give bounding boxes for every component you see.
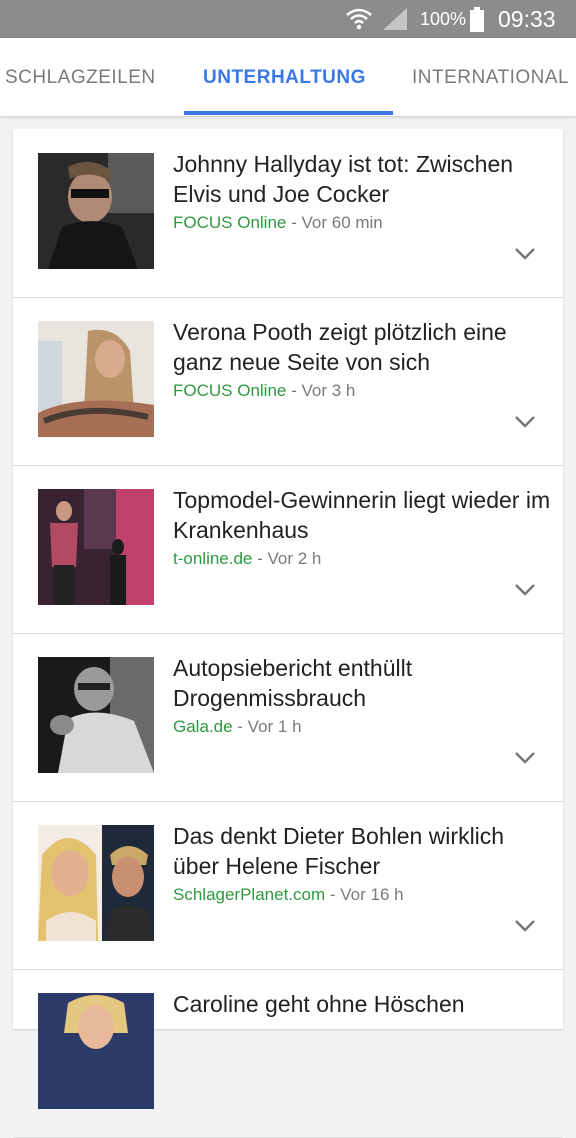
news-meta: Gala.de - Vor 1 h [173, 717, 302, 737]
battery-percent: 100% [420, 9, 467, 29]
chevron-down-icon[interactable] [514, 751, 536, 765]
news-meta: FOCUS Online - Vor 3 h [173, 381, 355, 401]
news-list: Johnny Hallyday ist tot: Zwischen Elvis … [13, 129, 563, 1138]
tab-international[interactable]: INTERNATIONAL [412, 38, 569, 116]
news-thumbnail[interactable] [38, 489, 154, 605]
news-thumbnail[interactable] [38, 153, 154, 269]
news-thumbnail[interactable] [38, 657, 154, 773]
status-time: 09:33 [498, 6, 556, 32]
news-item[interactable]: Caroline geht ohne Höschen [13, 969, 563, 1138]
news-source[interactable]: FOCUS Online [173, 381, 286, 400]
news-source[interactable]: Gala.de [173, 717, 233, 736]
tab-unterhaltung[interactable]: UNTERHALTUNG [203, 38, 366, 116]
tab-schlagzeilen[interactable]: SCHLAGZEILEN [5, 38, 156, 116]
news-headline[interactable]: Topmodel-Gewinnerin liegt wieder im Kran… [173, 485, 553, 545]
chevron-down-icon[interactable] [514, 583, 536, 597]
news-item[interactable]: Topmodel-Gewinnerin liegt wieder im Kran… [13, 465, 563, 634]
news-item[interactable]: Johnny Hallyday ist tot: Zwischen Elvis … [13, 129, 563, 298]
chevron-down-icon[interactable] [514, 247, 536, 261]
news-meta: t-online.de - Vor 2 h [173, 549, 321, 569]
news-headline[interactable]: Autopsiebericht enthüllt Drogenmissbrauc… [173, 653, 553, 713]
news-meta: SchlagerPlanet.com - Vor 16 h [173, 885, 404, 905]
news-time: - Vor 1 h [237, 717, 302, 736]
news-time: - Vor 3 h [291, 381, 356, 400]
news-item[interactable]: Autopsiebericht enthüllt Drogenmissbrauc… [13, 633, 563, 802]
news-source[interactable]: t-online.de [173, 549, 252, 568]
status-bar: 100% 09:33 [0, 0, 576, 38]
wifi-icon [346, 8, 372, 30]
signal-icon [383, 8, 407, 30]
chevron-down-icon[interactable] [514, 919, 536, 933]
news-headline[interactable]: Johnny Hallyday ist tot: Zwischen Elvis … [173, 149, 553, 209]
active-tab-indicator [184, 111, 393, 115]
news-meta: FOCUS Online - Vor 60 min [173, 213, 383, 233]
news-thumbnail[interactable] [38, 993, 154, 1109]
news-time: - Vor 60 min [291, 213, 383, 232]
chevron-down-icon[interactable] [514, 415, 536, 429]
tab-bar: SCHLAGZEILEN UNTERHALTUNG INTERNATIONAL [0, 38, 576, 116]
news-time: - Vor 2 h [257, 549, 322, 568]
news-source[interactable]: SchlagerPlanet.com [173, 885, 325, 904]
news-headline[interactable]: Das denkt Dieter Bohlen wirklich über He… [173, 821, 553, 881]
news-time: - Vor 16 h [329, 885, 404, 904]
news-item[interactable]: Das denkt Dieter Bohlen wirklich über He… [13, 801, 563, 970]
news-item[interactable]: Verona Pooth zeigt plötzlich eine ganz n… [13, 297, 563, 466]
news-headline[interactable]: Caroline geht ohne Höschen [173, 989, 553, 1019]
battery-icon [470, 7, 484, 32]
news-headline[interactable]: Verona Pooth zeigt plötzlich eine ganz n… [173, 317, 553, 377]
news-thumbnail[interactable] [38, 321, 154, 437]
news-thumbnail[interactable] [38, 825, 154, 941]
news-source[interactable]: FOCUS Online [173, 213, 286, 232]
